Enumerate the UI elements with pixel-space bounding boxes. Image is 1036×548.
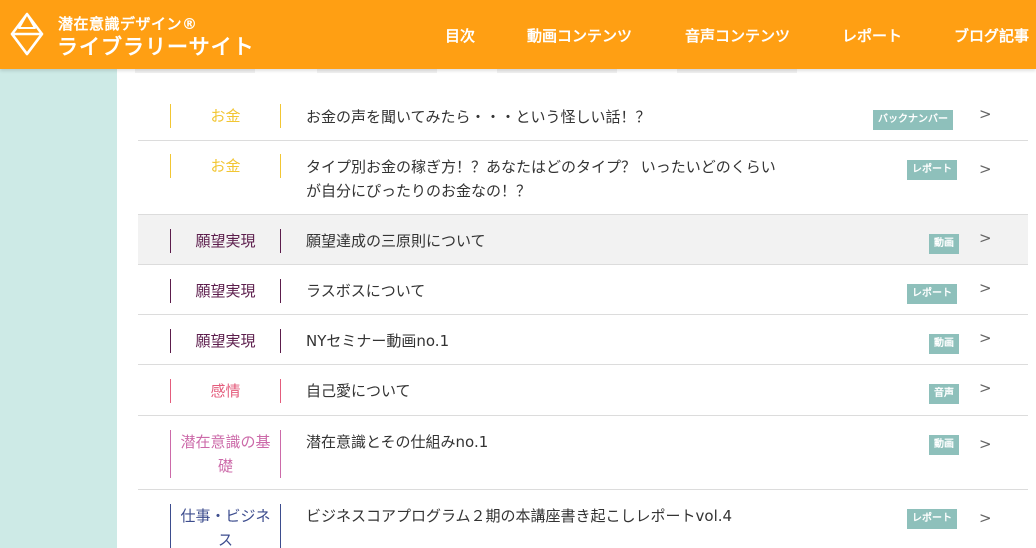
category-label: お金	[170, 104, 281, 128]
nav-item-blog[interactable]: ブログ記事	[954, 25, 1029, 46]
chevron-right-icon[interactable]: >	[979, 157, 992, 181]
chevron-right-icon[interactable]: >	[979, 432, 992, 456]
chevron-right-icon[interactable]: >	[979, 226, 992, 250]
chevron-right-icon[interactable]: >	[979, 326, 992, 350]
chevron-right-icon[interactable]: >	[979, 102, 992, 126]
category-label: 願望実現	[170, 229, 281, 253]
chevron-right-icon[interactable]: >	[979, 506, 992, 530]
article-title[interactable]: タイプ別お金の稼ぎ方！？あなたはどのタイプ？ いったいどのくらいが自分にぴったり…	[306, 155, 786, 203]
logo-title[interactable]: ライブラリーサイト	[57, 31, 255, 61]
article-list: お金 お金の声を聞いてみたら・・・という怪しい話！？ バックナンバー > お金 タイプ別お…	[138, 91, 1028, 548]
content-type-badge: レポート	[907, 509, 957, 529]
nav-item-video[interactable]: 動画コンテンツ	[527, 25, 632, 46]
article-list-panel: お金 お金の声を聞いてみたら・・・という怪しい話！？ バックナンバー > お金 タイプ別お…	[117, 69, 1036, 548]
article-title[interactable]: NYセミナー動画no.1	[306, 329, 786, 353]
top-strip	[117, 69, 1036, 73]
chevron-right-icon[interactable]: >	[979, 276, 992, 300]
list-item[interactable]: 願望実現 願望達成の三原則について 動画 >	[138, 215, 1028, 265]
nav-item-contents[interactable]: 目次	[445, 25, 475, 46]
list-item[interactable]: 感情 自己愛について 音声 >	[138, 365, 1028, 416]
article-title[interactable]: 自己愛について	[306, 379, 786, 403]
article-title[interactable]: 願望達成の三原則について	[306, 229, 786, 253]
category-label: 仕事・ビジネス	[170, 504, 281, 548]
list-item[interactable]: お金 タイプ別お金の稼ぎ方！？あなたはどのタイプ？ いったいどのくらいが自分にぴっ…	[138, 141, 1028, 215]
category-label: お金	[170, 154, 281, 178]
content-type-badge: 音声	[929, 384, 959, 404]
nav-item-report[interactable]: レポート	[842, 25, 902, 46]
article-title[interactable]: ビジネスコアプログラム２期の本講座書き起こしレポートvol.4	[306, 504, 786, 528]
content-type-badge: 動画	[929, 234, 959, 254]
content-type-badge: バックナンバー	[873, 110, 953, 130]
category-label: 願望実現	[170, 329, 281, 353]
nav-item-audio[interactable]: 音声コンテンツ	[685, 25, 790, 46]
category-label: 願望実現	[170, 279, 281, 303]
content-type-badge: レポート	[907, 160, 957, 180]
triangle-logo-icon[interactable]	[7, 12, 47, 56]
content-type-badge: 動画	[929, 435, 959, 455]
site-header: 潜在意識デザイン® ライブラリーサイト 目次 動画コンテンツ 音声コンテンツ レ…	[0, 0, 1036, 69]
category-label: 潜在意識の基礎	[170, 430, 281, 478]
list-item[interactable]: 潜在意識の基礎 潜在意識とその仕組みno.1 動画 >	[138, 416, 1028, 490]
content-type-badge: 動画	[929, 334, 959, 354]
article-title[interactable]: ラスボスについて	[306, 279, 786, 303]
list-item[interactable]: お金 お金の声を聞いてみたら・・・という怪しい話！？ バックナンバー >	[138, 91, 1028, 141]
chevron-right-icon[interactable]: >	[979, 376, 992, 400]
list-item[interactable]: 願望実現 ラスボスについて レポート >	[138, 265, 1028, 315]
article-title[interactable]: 潜在意識とその仕組みno.1	[306, 430, 786, 454]
category-label: 感情	[170, 379, 281, 403]
list-item[interactable]: 願望実現 NYセミナー動画no.1 動画 >	[138, 315, 1028, 365]
list-item[interactable]: 仕事・ビジネス ビジネスコアプログラム２期の本講座書き起こしレポートvol.4 レポ…	[138, 490, 1028, 548]
article-title[interactable]: お金の声を聞いてみたら・・・という怪しい話！？	[306, 105, 786, 129]
content-type-badge: レポート	[907, 284, 957, 304]
